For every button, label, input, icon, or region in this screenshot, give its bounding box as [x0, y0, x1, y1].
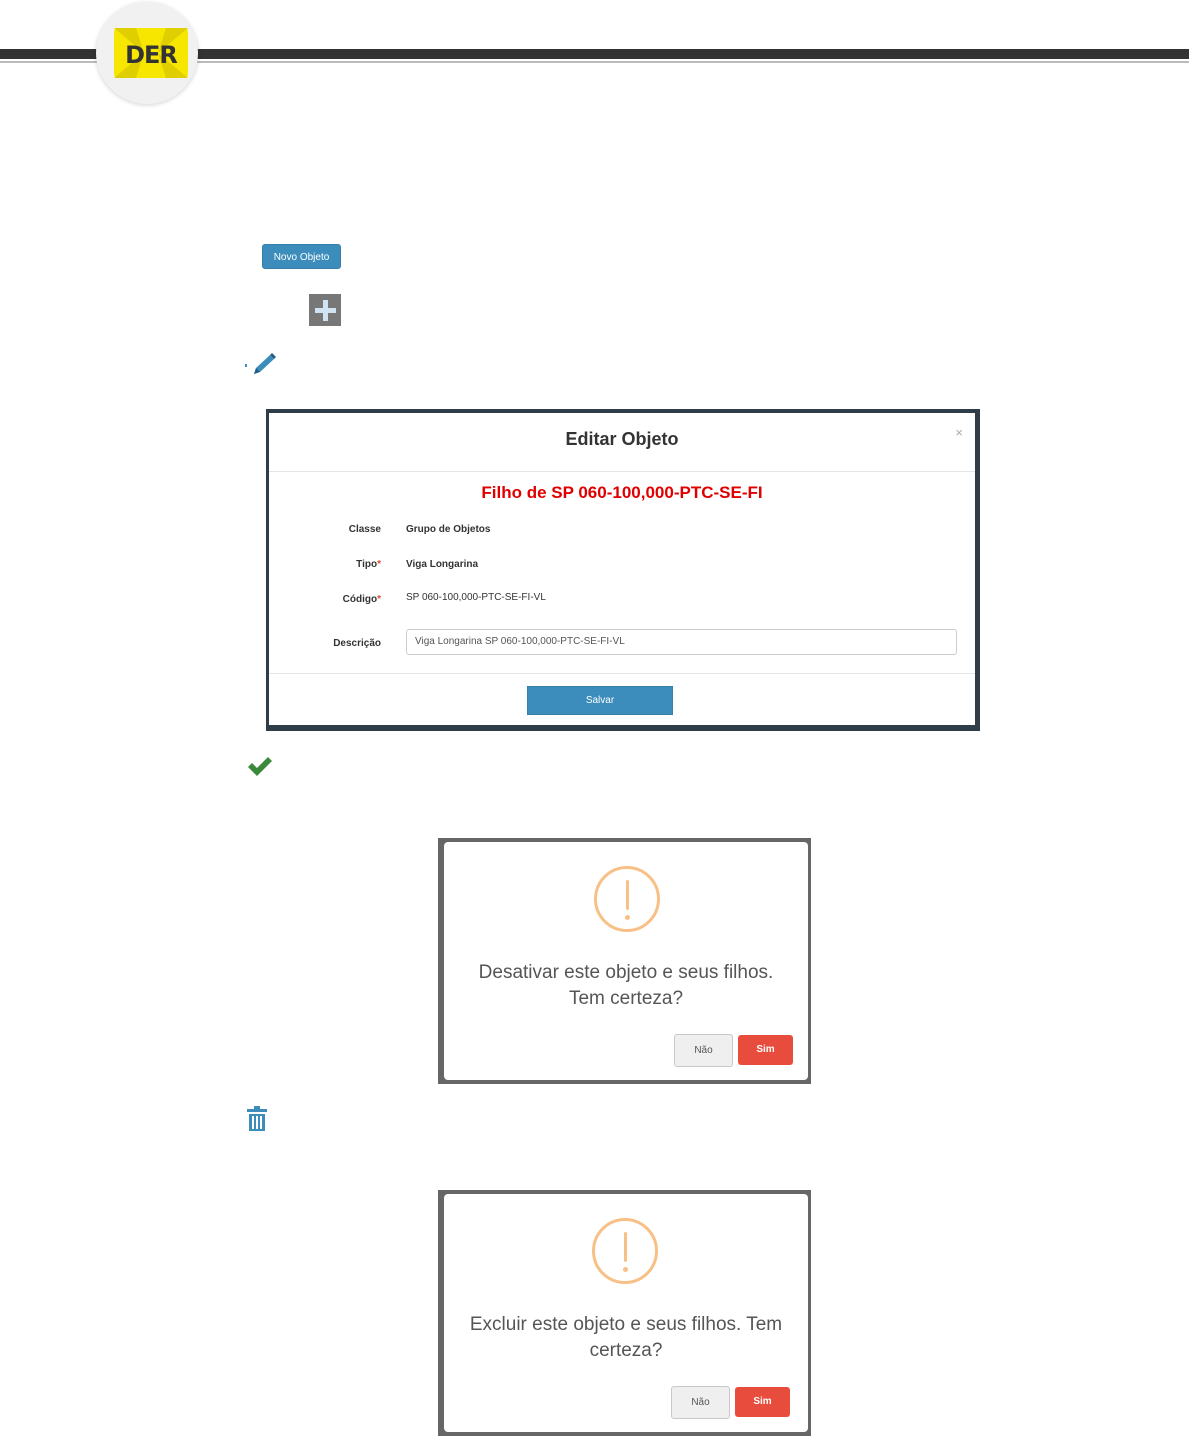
close-icon[interactable]: ×	[955, 425, 963, 440]
warning-bar	[624, 1232, 627, 1262]
logo: DER	[96, 2, 198, 104]
descricao-input[interactable]: Viga Longarina SP 060-100,000-PTC-SE-FI-…	[406, 629, 957, 655]
parent-object-title: Filho de SP 060-100,000-PTC-SE-FI	[481, 483, 763, 502]
descricao-label: Descrição	[333, 638, 381, 649]
warning-icon	[592, 1218, 658, 1284]
codigo-label: Código*	[309, 594, 381, 605]
yes-button[interactable]: Sim	[735, 1387, 790, 1417]
modal-title: Editar Objeto	[565, 429, 679, 449]
warning-dot	[623, 1267, 628, 1272]
trash-icon[interactable]	[246, 1105, 268, 1133]
check-glyph-icon	[248, 757, 272, 776]
plus-icon[interactable]	[309, 294, 341, 326]
tipo-value: Viga Longarina	[406, 559, 479, 570]
delete-confirm-dialog: Excluir este objeto e seus filhos. Tem c…	[444, 1194, 808, 1432]
codigo-value: SP 060-100,000-PTC-SE-FI-VL	[406, 592, 546, 603]
no-button[interactable]: Não	[674, 1034, 733, 1067]
classe-label: Classe	[348, 524, 381, 535]
confirm-message-line2: Tem certeza?	[568, 988, 684, 1009]
no-button[interactable]: Não	[671, 1386, 730, 1419]
modal-footer-divider	[269, 673, 975, 674]
check-icon[interactable]	[246, 756, 274, 778]
trash-glyph-icon	[247, 1106, 267, 1131]
warning-icon	[594, 866, 660, 932]
pencil-glyph-icon	[245, 353, 276, 374]
pencil-icon[interactable]	[244, 352, 276, 378]
delete-dialog-backdrop: Excluir este objeto e seus filhos. Tem c…	[438, 1190, 811, 1436]
edit-modal-backdrop: Editar Objeto × Filho de SP 060-100,000-…	[266, 409, 980, 731]
deactivate-dialog-backdrop: Desativar este objeto e seus filhos. Tem…	[438, 838, 811, 1084]
plus-glyph-icon	[315, 300, 336, 321]
confirm-message-line1: Desativar este objeto e seus filhos.	[478, 962, 774, 983]
new-object-button[interactable]: Novo Objeto	[262, 244, 341, 269]
tipo-label: Tipo*	[309, 559, 381, 570]
required-mark: *	[377, 559, 381, 570]
tipo-label-text: Tipo	[356, 559, 378, 570]
warning-bar	[626, 880, 629, 910]
classe-value: Grupo de Objetos	[406, 524, 491, 535]
confirm-message-line1: Excluir este objeto e seus filhos. Tem	[469, 1314, 783, 1335]
required-mark: *	[377, 594, 381, 605]
codigo-label-text: Código	[342, 594, 378, 605]
warning-dot	[625, 915, 630, 920]
edit-object-modal: Editar Objeto × Filho de SP 060-100,000-…	[269, 413, 975, 725]
yes-button[interactable]: Sim	[738, 1035, 793, 1065]
modal-divider	[269, 471, 975, 472]
confirm-message-line2: certeza?	[589, 1340, 663, 1361]
logo-text: DER	[125, 41, 178, 69]
deactivate-confirm-dialog: Desativar este objeto e seus filhos. Tem…	[444, 842, 808, 1080]
save-button[interactable]: Salvar	[527, 686, 673, 715]
logo-badge: DER	[114, 28, 188, 78]
